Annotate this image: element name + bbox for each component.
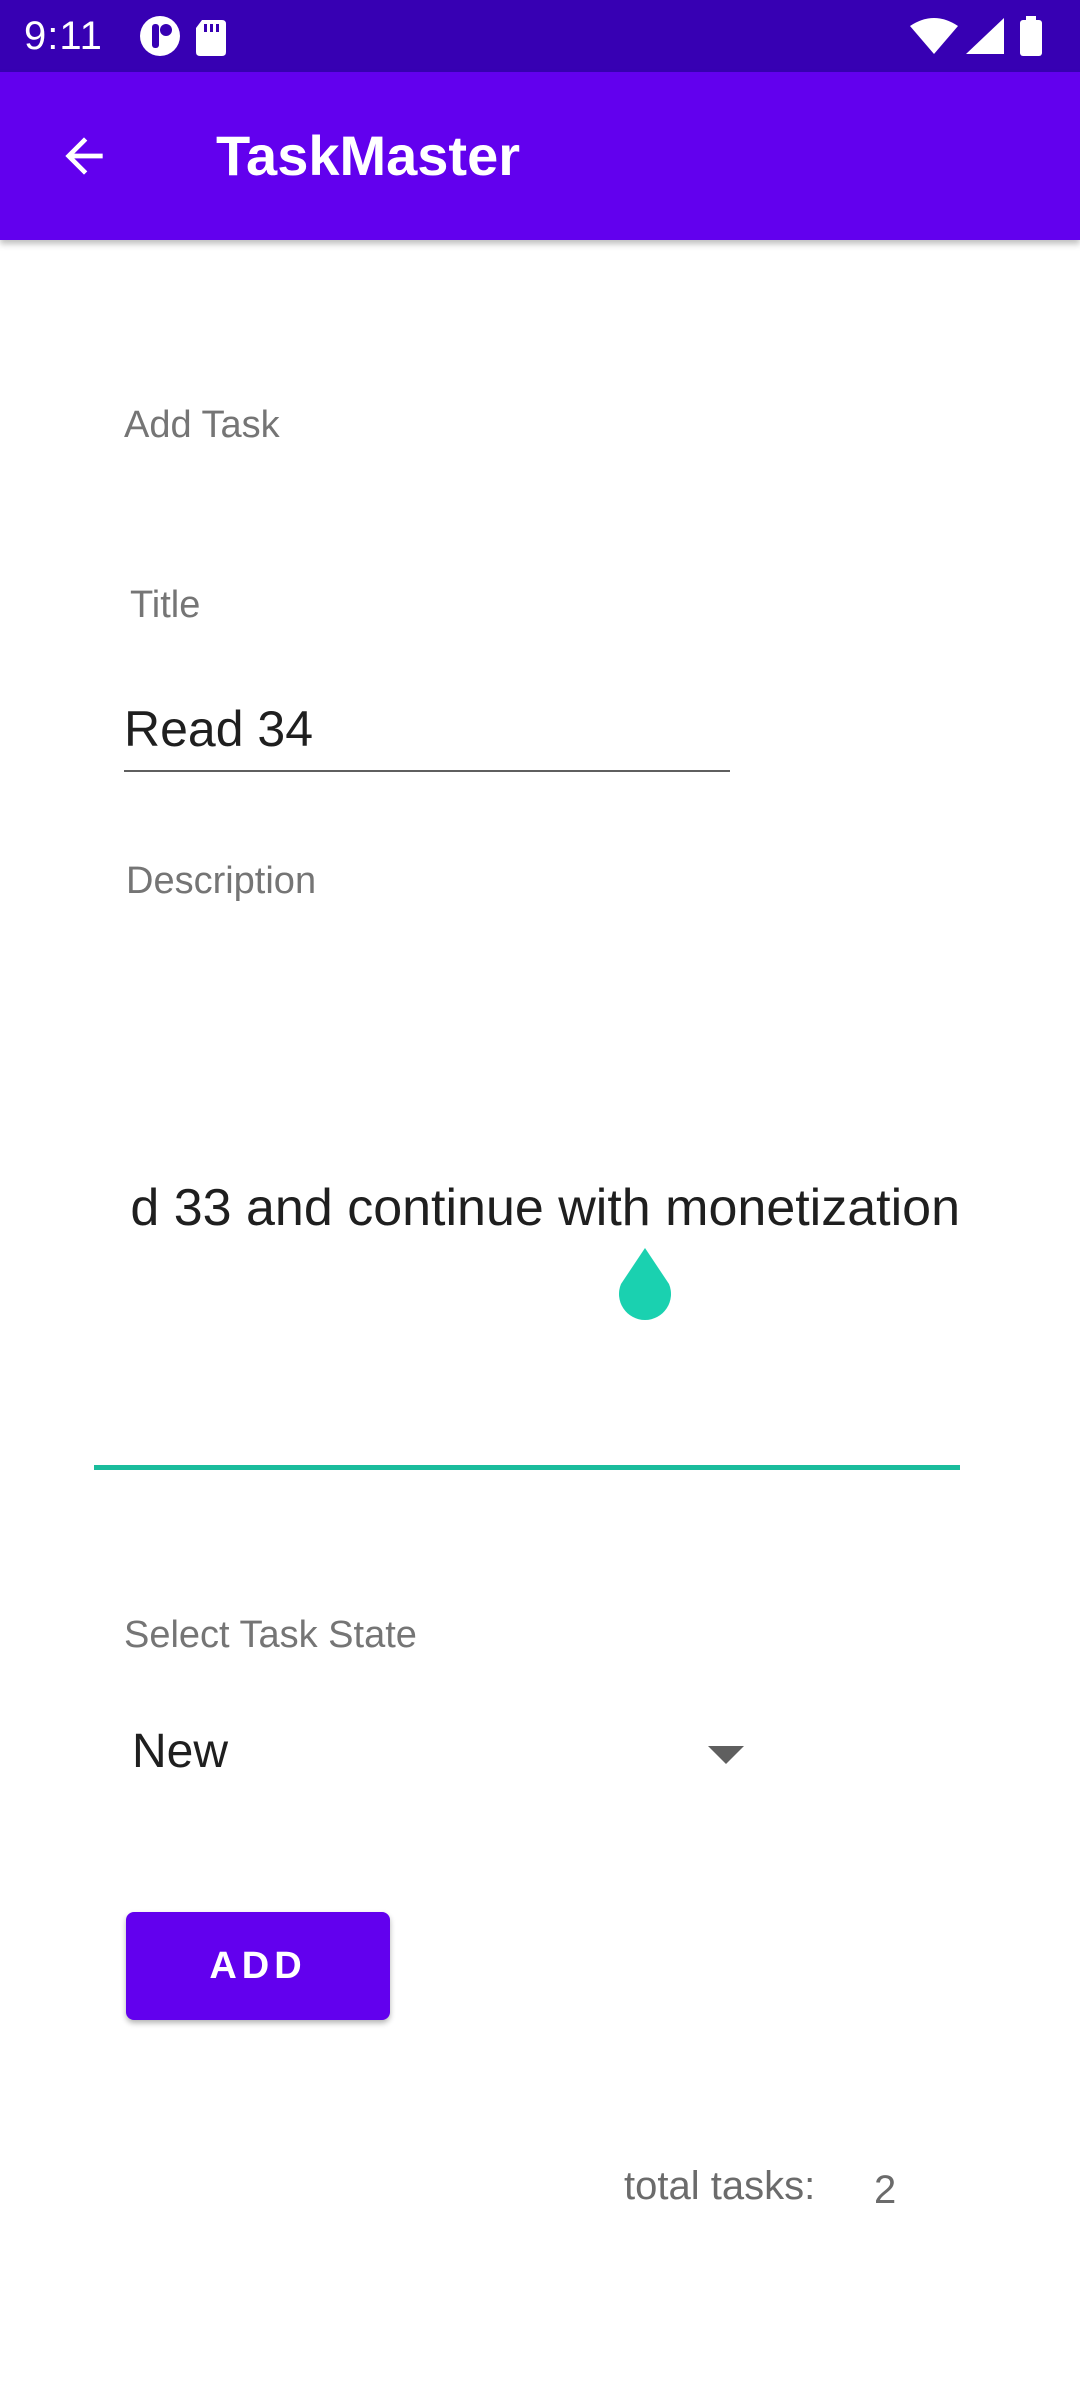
description-label: Description xyxy=(126,860,317,902)
arrow-back-icon xyxy=(65,137,103,175)
status-bar: 9:11 xyxy=(0,0,1080,72)
task-state-dropdown[interactable]: New xyxy=(124,1712,764,1792)
notification-icon xyxy=(140,16,180,56)
description-input[interactable]: d 33 and continue with monetization xyxy=(94,1160,960,1470)
signal-icon xyxy=(966,18,1004,54)
status-time: 9:11 xyxy=(24,14,103,58)
status-left-icons xyxy=(138,14,248,63)
text-cursor-handle[interactable] xyxy=(614,1246,676,1322)
app-bar: TaskMaster xyxy=(0,72,1080,240)
battery-icon xyxy=(1020,16,1042,56)
back-button[interactable] xyxy=(44,116,124,196)
dropdown-arrow-icon xyxy=(708,1746,744,1764)
status-right-icons xyxy=(908,14,1058,63)
title-label: Title xyxy=(130,584,201,626)
task-state-label: Select Task State xyxy=(124,1614,417,1656)
task-state-value: New xyxy=(132,1725,229,1778)
title-input[interactable]: Read 34 xyxy=(124,692,730,772)
total-tasks-label: total tasks: xyxy=(624,2164,816,2208)
total-tasks-value: 2 xyxy=(874,2168,897,2212)
add-task-heading: Add Task xyxy=(124,404,280,446)
title-input-value: Read 34 xyxy=(124,701,314,757)
sd-card-icon xyxy=(196,20,226,56)
add-button[interactable]: ADD xyxy=(126,1912,390,2020)
description-input-value: d 33 and continue with monetization xyxy=(130,1179,960,1237)
app-title: TaskMaster xyxy=(216,124,521,187)
wifi-icon xyxy=(910,18,958,54)
